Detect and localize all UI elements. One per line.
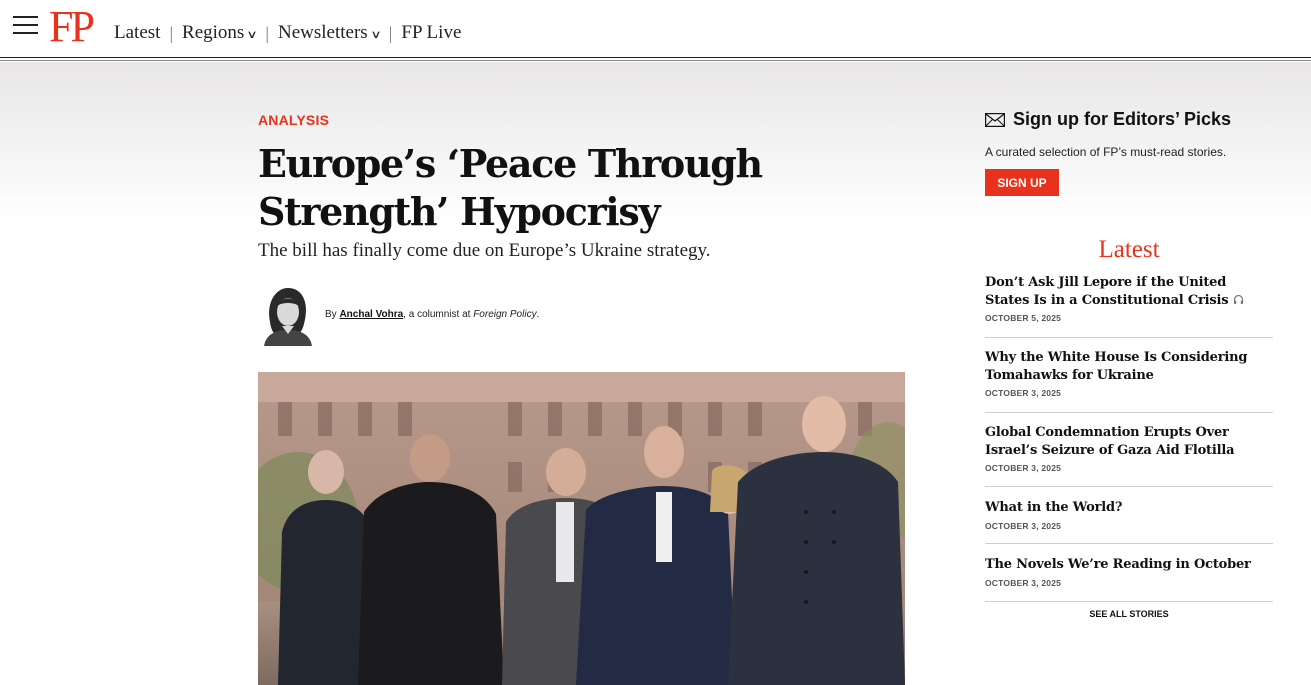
story-title[interactable]: The Novels We’re Reading in October [985,556,1273,574]
author-link[interactable]: Anchal Vohra [339,309,403,320]
author-avatar[interactable] [258,282,316,346]
story-date: OCTOBER 3, 2025 [985,520,1062,531]
chevron-down-icon: ∨ [246,28,259,41]
see-all-stories-link[interactable]: SEE ALL STORIES [985,609,1273,619]
latest-heading: Latest [1098,236,1160,263]
story-title[interactable]: Why the White House Is Considering Tomah… [985,349,1273,384]
signup-description: A curated selection of FP’s must-read st… [985,145,1227,159]
article-headline: Europe’s ‘Peace Through Strength’ Hypocr… [258,141,763,234]
byline: By Anchal Vohra, a columnist at Foreign … [325,309,539,320]
nav-divider: | [265,22,269,43]
story-title[interactable]: What in the World? [985,499,1273,517]
nav-divider: | [169,22,174,43]
publication-name: Foreign Policy [473,309,537,320]
nav-item-regions[interactable]: Regions ∨ [182,22,259,44]
article-kicker[interactable]: ANALYSIS [258,112,329,128]
chevron-down-icon: ∨ [370,28,382,41]
latest-story[interactable]: Global Condemnation Erupts Over Israel’s… [985,413,1273,487]
latest-story[interactable]: The Novels We’re Reading in October OCTO… [985,544,1273,602]
nav-item-fp-live[interactable]: FP Live [401,22,461,44]
article-dek: The bill has finally come due on Europe’… [258,240,711,261]
nav-label: Regions [182,22,245,43]
nav-label: FP Live [401,22,462,43]
main-nav: Latest | Regions ∨ | Newsletters ∨ | FP … [114,22,461,44]
hero-image [258,372,905,685]
envelope-icon [985,112,1005,127]
nav-label: Latest [114,22,161,43]
nav-item-latest[interactable]: Latest [114,22,160,44]
story-title[interactable]: Don’t Ask Jill Lepore if the United Stat… [985,274,1273,309]
nav-divider: | [388,22,393,43]
story-date: OCTOBER 3, 2025 [985,577,1062,588]
byline-suffix: . [536,309,540,320]
latest-story[interactable]: Why the White House Is Considering Tomah… [985,338,1273,413]
latest-stories-list: Don’t Ask Jill Lepore if the United Stat… [985,274,1273,602]
signup-title: Sign up for Editors’ Picks [1013,109,1232,129]
story-title[interactable]: Global Condemnation Erupts Over Israel’s… [985,424,1273,459]
byline-prefix: By [325,309,340,320]
nav-item-newsletters[interactable]: Newsletters ∨ [278,22,382,44]
editors-picks-signup-heading: Sign up for Editors’ Picks [985,109,1231,130]
story-date: OCTOBER 5, 2025 [985,313,1062,323]
hamburger-menu-icon[interactable] [13,16,38,36]
latest-story[interactable]: Don’t Ask Jill Lepore if the United Stat… [985,274,1273,338]
nav-label: Newsletters [278,22,368,43]
story-date: OCTOBER 3, 2025 [985,463,1062,473]
site-header: FP Latest | Regions ∨ | Newsletters ∨ | … [0,0,1311,61]
story-date: OCTOBER 3, 2025 [985,388,1062,398]
sign-up-button[interactable]: SIGN UP [985,169,1059,196]
latest-story[interactable]: What in the World? OCTOBER 3, 2025 [985,487,1273,544]
byline-middle: , a columnist at [403,309,474,320]
headphones-icon [1233,294,1243,304]
fp-logo[interactable]: FP [49,4,95,50]
